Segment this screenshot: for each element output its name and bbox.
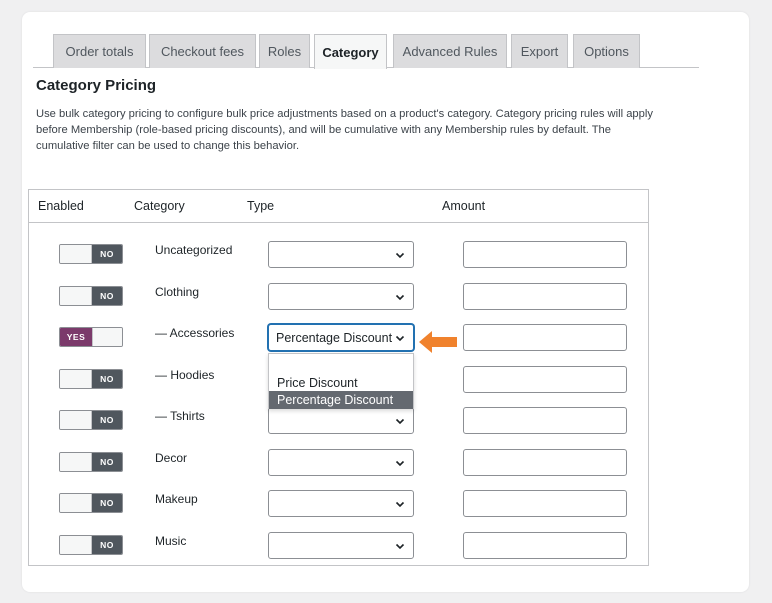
toggle-no-label: NO [92,286,122,305]
enabled-toggle[interactable]: NO [59,285,123,306]
arrow-left-icon [419,331,457,353]
toggle-knob [60,369,92,388]
amount-input[interactable] [463,241,627,268]
tab-category[interactable]: Category [314,34,387,69]
enabled-toggle[interactable]: NO [59,244,123,264]
chevron-down-icon [395,501,405,508]
dropdown-option-price-discount[interactable]: Price Discount [269,374,413,392]
type-select[interactable] [268,282,414,310]
tab-advanced-rules[interactable]: Advanced Rules [393,34,507,68]
chevron-down-icon [395,335,405,342]
toggle-yes-label: YES [60,328,92,346]
enabled-toggle[interactable]: NO [59,534,123,555]
type-dropdown-list: Price Discount Percentage Discount [268,353,414,409]
toggle-knob [60,452,92,471]
chevron-down-icon [395,252,405,259]
header-enabled: Enabled [38,199,84,213]
chevron-down-icon [395,294,405,300]
toggle-knob [60,535,92,554]
amount-input[interactable] [463,365,627,393]
category-name: Music [155,533,187,548]
type-select[interactable] [268,241,414,268]
tab-order-totals[interactable]: Order totals [53,34,146,68]
tab-roles[interactable]: Roles [259,34,310,68]
toggle-no-label: NO [92,494,122,512]
amount-input[interactable] [463,490,627,517]
table-header: Enabled Category Type Amount [29,190,648,223]
category-name: Clothing [155,284,200,299]
header-type: Type [247,199,275,213]
chevron-down-icon [395,543,405,549]
header-amount: Amount [442,199,486,213]
enabled-toggle[interactable]: NO [59,493,123,513]
type-select[interactable] [268,531,414,559]
toggle-no-label: NO [92,245,122,263]
tab-options[interactable]: Options [573,34,640,68]
category-name: Uncategorized [155,243,233,257]
amount-input[interactable] [463,531,627,559]
section-title: Category Pricing [36,77,157,94]
description-line: cumulative filter can be used to change … [36,140,300,152]
amount-input[interactable] [463,407,627,434]
category-name: — Accessories [155,326,235,340]
type-select[interactable] [268,407,414,434]
toggle-knob [92,328,122,346]
enabled-toggle[interactable]: YES [59,327,123,347]
toggle-knob [60,411,92,429]
category-name: — Tshirts [155,409,205,423]
toggle-no-label: NO [92,535,122,554]
tab-checkout-fees[interactable]: Checkout fees [149,34,256,68]
type-select[interactable]: Percentage Discount [268,324,414,351]
amount-input[interactable] [463,448,627,476]
category-name: — Hoodies [155,367,215,382]
toggle-knob [60,494,92,512]
type-select[interactable] [268,490,414,517]
description-line: Use bulk category pricing to configure b… [36,108,653,120]
toggle-knob [60,286,92,305]
toggle-knob [60,245,92,263]
category-name: Decor [155,450,188,465]
toggle-no-label: NO [92,411,122,429]
description-line: before Membership (role-based pricing di… [36,124,611,136]
amount-input[interactable] [463,324,627,351]
type-select-value: Percentage Discount [276,330,393,345]
dropdown-option-percentage-discount[interactable]: Percentage Discount [269,391,413,409]
tab-export[interactable]: Export [511,34,568,68]
enabled-toggle[interactable]: NO [59,451,123,472]
toggle-no-label: NO [92,369,122,388]
chevron-down-icon [395,460,405,466]
amount-input[interactable] [463,282,627,310]
chevron-down-icon [395,418,405,425]
type-select[interactable] [268,448,414,476]
enabled-toggle[interactable]: NO [59,368,123,389]
settings-tabs: Order totals Checkout fees Roles Categor… [33,34,699,69]
enabled-toggle[interactable]: NO [59,410,123,430]
category-name: Makeup [155,492,198,506]
header-category: Category [134,199,185,213]
toggle-no-label: NO [92,452,122,471]
section-description: Use bulk category pricing to configure b… [36,106,696,154]
